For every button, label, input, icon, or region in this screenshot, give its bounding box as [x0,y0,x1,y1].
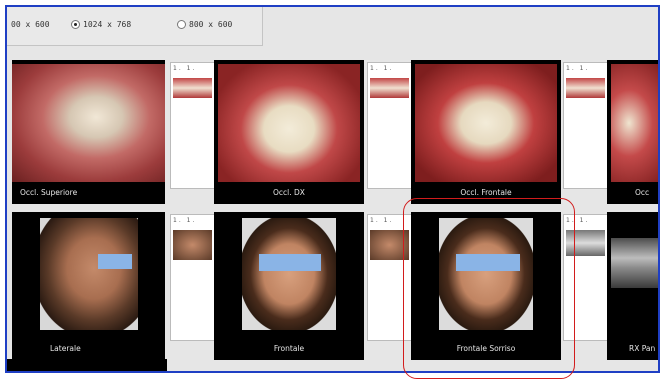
res-option-3-radio[interactable] [177,20,186,29]
tile-label: RX Pan [629,344,656,353]
res-option-2-label[interactable]: 1024 x 768 [83,20,131,29]
xray-pan-photo [611,238,658,288]
lateral-face-photo [40,218,138,330]
mini-preview [566,78,605,98]
res-option-1-label[interactable]: 00 x 600 [11,20,50,29]
tile-label: Occl. Frontale [460,188,512,197]
res-option-2-radio[interactable] [71,20,80,29]
occlusal-right-photo [218,64,360,182]
thumb-index: 1. 1. [370,217,394,224]
resolution-toolbar: 00 x 600 1024 x 768 800 x 600 [7,7,263,46]
next-row-edge [7,359,167,371]
thumb-index: 1. 1. [173,217,197,224]
privacy-bar [98,254,132,269]
photo-tile-occl-frontale[interactable]: Occl. Frontale [411,60,561,204]
tile-label: Occ [635,188,650,197]
thumbnail-strip[interactable]: 1. 1. [367,62,412,189]
thumbnail-strip[interactable]: 1. 1. [170,214,215,341]
tile-label: Laterale [50,344,81,353]
selection-highlight [403,198,575,379]
thumbnail-strip[interactable]: 1. 1. [563,62,608,189]
tile-label: Frontale [273,344,305,353]
tile-label: Occl. DX [273,188,305,197]
occlusal-front-photo [415,64,557,182]
thumb-index: 1. 1. [173,65,197,72]
thumb-index: 1. 1. [370,65,394,72]
photo-tile-rx-pan[interactable]: RX Pan [607,212,658,360]
tile-label: Occl. Superiore [20,188,78,197]
photo-tile-occ-partial[interactable]: Occ [607,60,658,204]
frontal-face-photo [242,218,336,330]
mini-preview [173,230,212,260]
occlusal-photo-partial [611,64,658,182]
photo-tile-occl-superiore[interactable]: Occl. Superiore [12,60,165,204]
mini-preview [370,78,409,98]
photo-tile-laterale[interactable]: Laterale [12,212,165,360]
photo-tile-frontale[interactable]: Frontale [214,212,364,360]
res-option-3-label[interactable]: 800 x 600 [189,20,232,29]
thumb-index: 1. 1. [566,65,590,72]
occlusal-upper-photo [12,64,165,182]
privacy-bar [259,254,321,271]
mini-preview [173,78,212,98]
photo-tile-occl-dx[interactable]: Occl. DX [214,60,364,204]
thumbnail-strip[interactable]: 1. 1. [170,62,215,189]
